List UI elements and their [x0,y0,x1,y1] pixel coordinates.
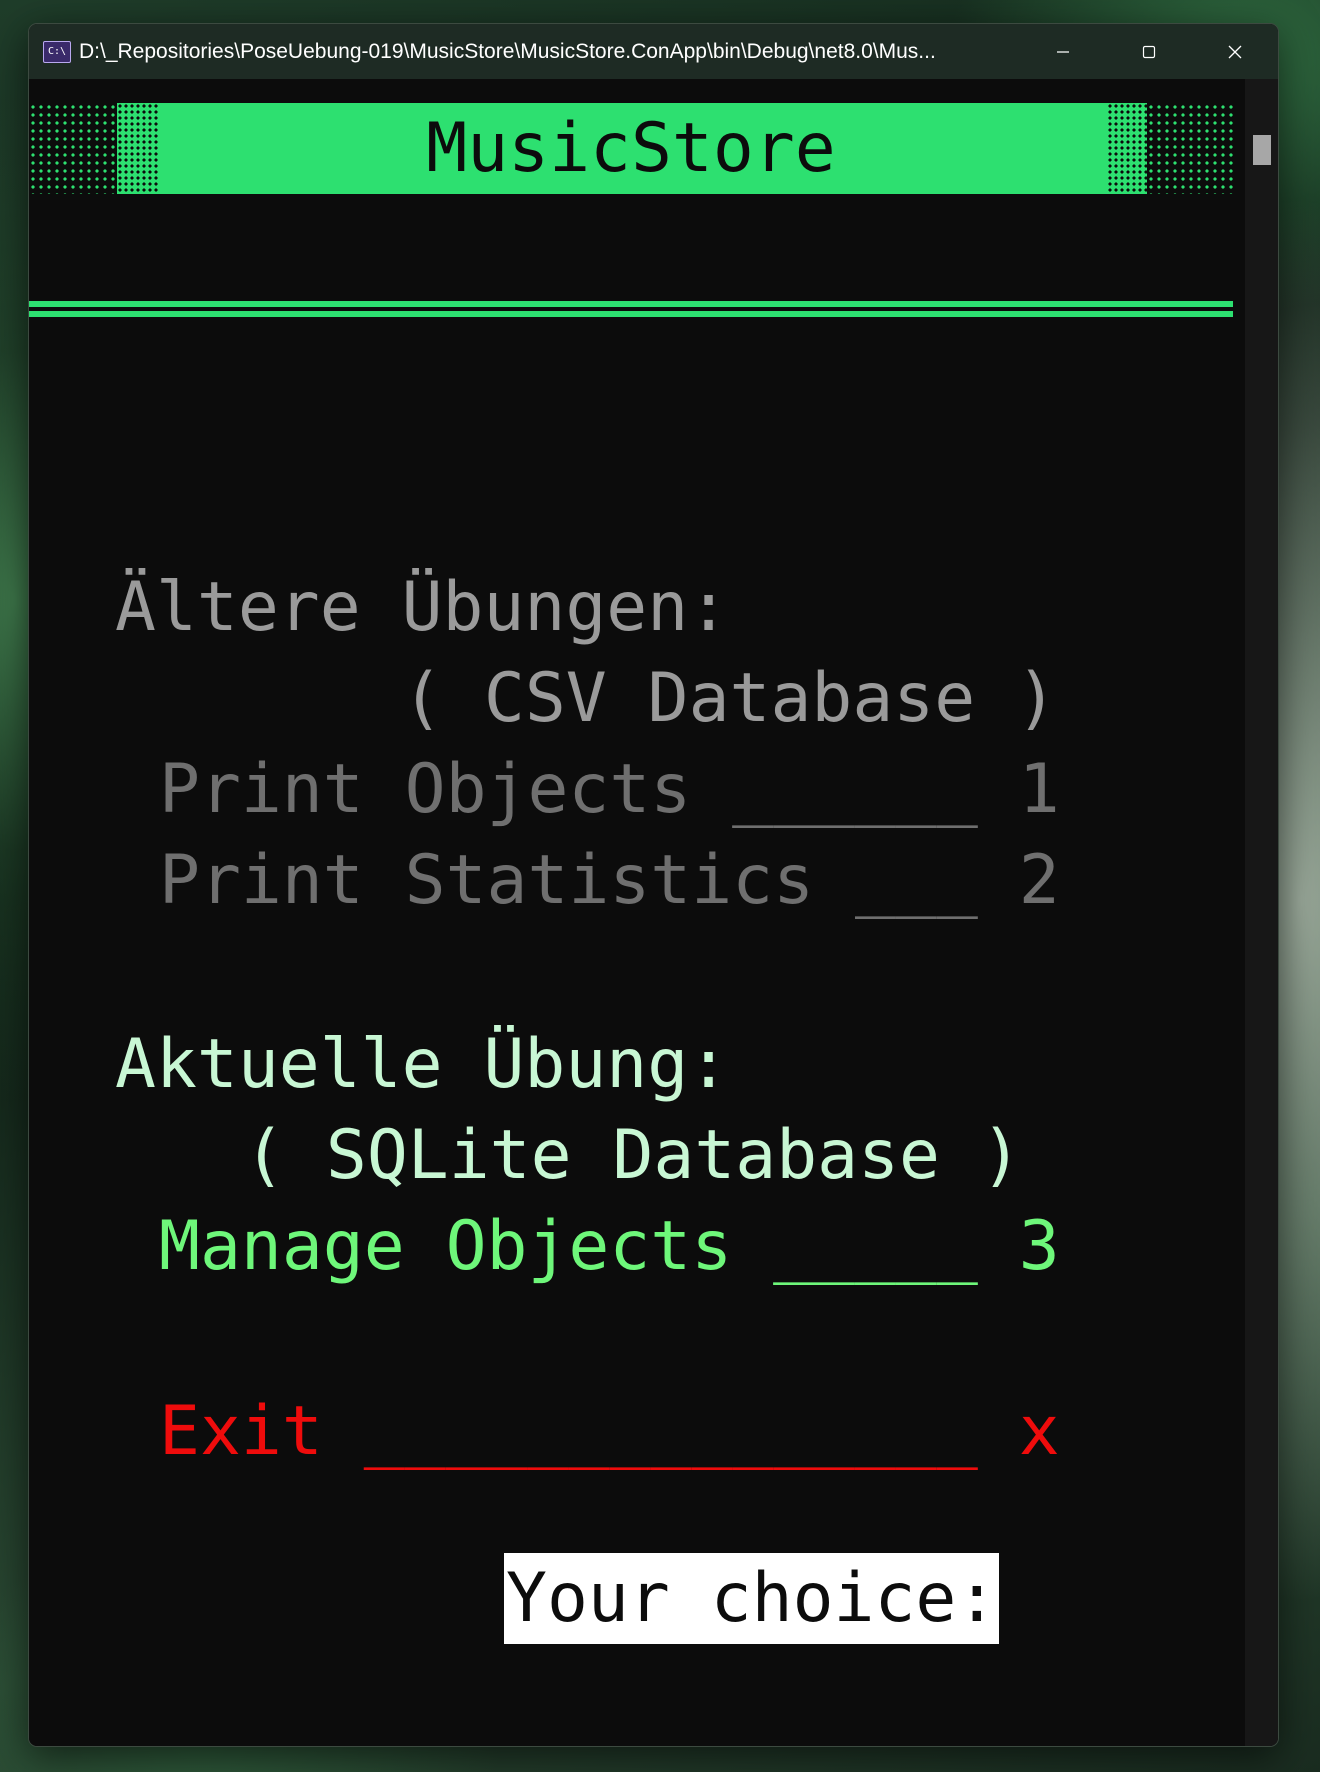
older-exercises-heading: Ältere Übungen: [115,568,730,647]
sqlite-database-label: ( SQLite Database ) [244,1116,1022,1195]
title-bar[interactable]: C:\ D:\_Repositories\PoseUebung-019\Musi… [29,24,1278,79]
console-app-icon: C:\ [43,41,71,63]
csv-database-label: ( CSV Database ) [402,659,1058,738]
maximize-button[interactable] [1106,24,1192,79]
app-title: MusicStore [426,109,836,188]
header-banner: MusicStore [29,103,1233,194]
choice-prompt[interactable]: Your choice: [504,1553,1000,1644]
minimize-button[interactable] [1020,24,1106,79]
menu-item-exit: Exit _______________ x [159,1392,1060,1471]
scrollbar[interactable] [1245,79,1278,1746]
maximize-icon [1142,45,1156,58]
window-title: D:\_Repositories\PoseUebung-019\MusicSto… [79,40,936,63]
divider-line [29,301,1233,307]
scrollbar-thumb[interactable] [1253,135,1271,165]
minimize-icon [1057,50,1069,53]
divider-line [29,311,1233,317]
close-icon [1228,45,1242,58]
current-exercise-heading: Aktuelle Übung: [115,1025,730,1104]
close-button[interactable] [1192,24,1278,79]
menu-item-print-objects: Print Objects ______ 1 [159,750,1060,829]
menu-item-manage-objects: Manage Objects _____ 3 [159,1207,1060,1286]
console-window: C:\ D:\_Repositories\PoseUebung-019\Musi… [28,23,1279,1747]
menu-item-print-statistics: Print Statistics ___ 2 [159,841,1060,920]
console-output[interactable]: MusicStore Ältere Übungen: ( CSV Databas… [29,79,1245,1746]
